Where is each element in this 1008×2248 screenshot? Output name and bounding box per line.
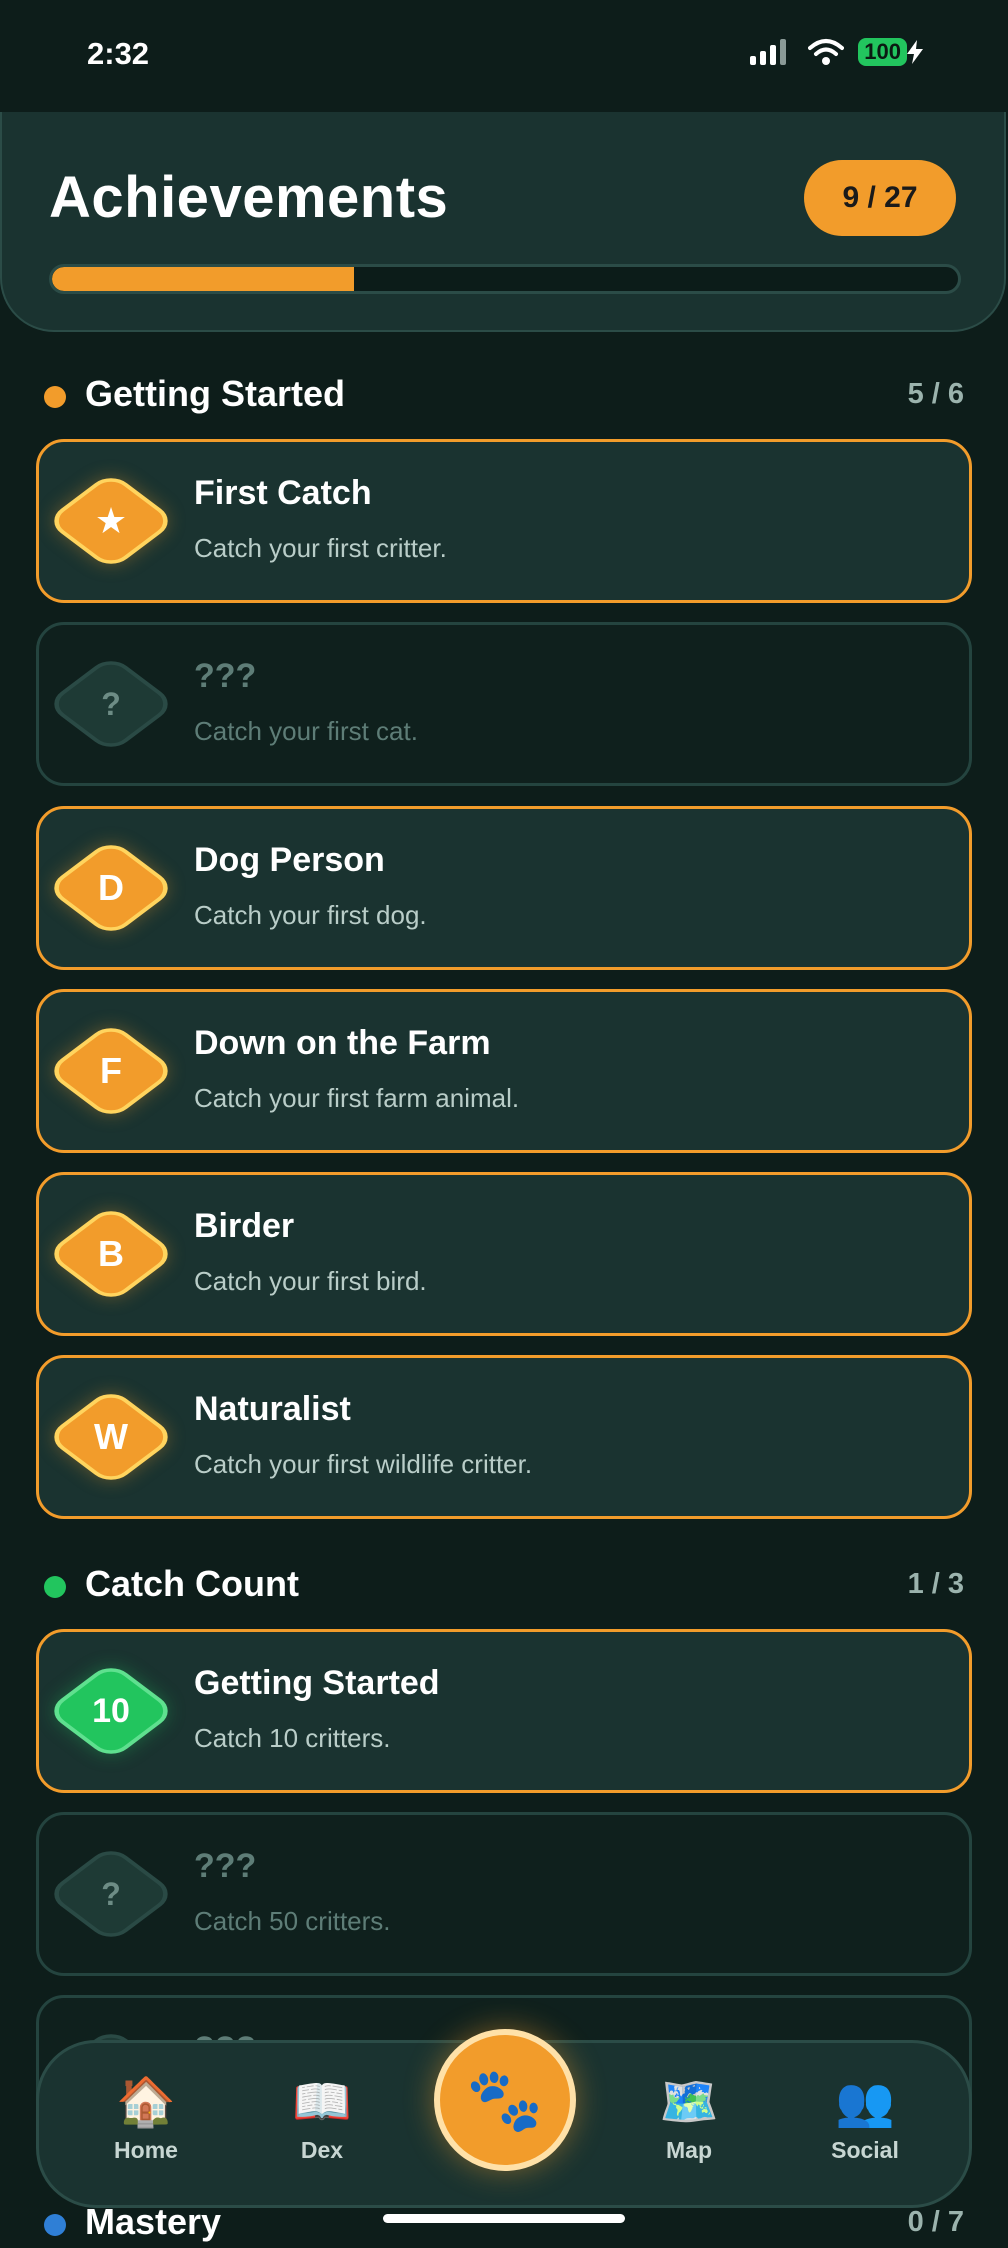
section-header-catch-count: Catch Count 1 / 3	[44, 1560, 964, 1610]
achievement-title: Getting Started	[194, 1664, 440, 1702]
achievement-badge-letter: B	[98, 1233, 124, 1274]
achievement-description: Catch 10 critters.	[194, 1723, 391, 1753]
section-dot	[44, 1576, 66, 1598]
nav-label: Map	[666, 2137, 712, 2163]
map-icon: 🗺️	[659, 2076, 719, 2129]
status-icons: 100	[750, 38, 923, 66]
achievement-badge-letter: W	[94, 1416, 128, 1457]
bottom-navigation: 🏠 Home 📖 Dex 🐾 🗺️ Map 👥 Social	[36, 2029, 972, 2208]
achievement-title: ???	[194, 657, 257, 695]
section-count: 1 / 3	[907, 1568, 964, 1600]
battery-indicator: 100	[858, 38, 923, 66]
section-dot	[44, 386, 66, 408]
section-title: Getting Started	[85, 373, 346, 414]
achievement-title: Dog Person	[194, 841, 385, 879]
progress-fill	[52, 267, 354, 291]
achievement-card[interactable]: B Birder Catch your first bird.	[36, 1172, 972, 1336]
charging-icon	[907, 40, 923, 64]
nav-social[interactable]: 👥 Social	[805, 2075, 925, 2164]
people-icon: 👥	[835, 2076, 895, 2129]
section-count: 5 / 6	[907, 378, 964, 410]
header-card: Achievements 9 / 27	[0, 112, 1006, 332]
achievement-title: ???	[194, 1847, 257, 1885]
question-mark-icon: ?	[101, 1875, 121, 1912]
status-time: 2:32	[87, 36, 150, 71]
achievement-title: First Catch	[194, 474, 372, 512]
star-icon: ★	[94, 500, 128, 541]
achievement-card-locked[interactable]: ? ??? Catch your first cat.	[36, 622, 972, 786]
achievement-card-locked[interactable]: ? ??? Catch 50 critters.	[36, 1812, 972, 1976]
achievement-card[interactable]: W Naturalist Catch your first wildlife c…	[36, 1355, 972, 1519]
book-icon: 📖	[292, 2076, 352, 2129]
nav-dex[interactable]: 📖 Dex	[262, 2075, 382, 2164]
achievement-description: Catch your first cat.	[194, 716, 418, 746]
achievement-count-badge: 9 / 27	[804, 160, 956, 236]
achievement-description: Catch 50 critters.	[194, 1906, 391, 1936]
signal-icon	[750, 39, 787, 65]
achievement-description: Catch your first bird.	[194, 1266, 427, 1296]
achievement-badge-letter: F	[100, 1050, 122, 1091]
achievement-card[interactable]: F Down on the Farm Catch your first farm…	[36, 989, 972, 1153]
house-icon: 🏠	[116, 2076, 176, 2129]
wifi-icon	[808, 39, 845, 65]
home-indicator	[383, 2214, 625, 2223]
section-dot	[44, 2214, 66, 2236]
achievement-badge-letter: D	[98, 867, 124, 908]
achievement-card[interactable]: ★ First Catch Catch your first critter.	[36, 439, 972, 603]
nav-label: Home	[114, 2137, 178, 2163]
paw-icon: 🐾	[466, 2065, 544, 2135]
achievement-title: Down on the Farm	[194, 1024, 491, 1062]
nav-map[interactable]: 🗺️ Map	[629, 2075, 749, 2164]
page-title: Achievements	[49, 165, 449, 230]
nav-label: Dex	[300, 2137, 344, 2163]
catch-button[interactable]: 🐾	[434, 2029, 576, 2171]
section-title: Catch Count	[85, 1563, 299, 1604]
nav-label: Social	[831, 2137, 899, 2163]
achievement-description: Catch your first critter.	[194, 533, 447, 563]
achievement-card[interactable]: 10 Getting Started Catch 10 critters.	[36, 1629, 972, 1793]
battery-level: 100	[858, 38, 907, 66]
achievement-progress-bar	[49, 264, 961, 294]
achievement-description: Catch your first farm animal.	[194, 1083, 520, 1113]
achievement-description: Catch your first dog.	[194, 900, 427, 930]
question-mark-icon: ?	[101, 685, 121, 722]
section-header-getting-started: Getting Started 5 / 6	[44, 370, 964, 420]
nav-home[interactable]: 🏠 Home	[86, 2075, 206, 2164]
achievement-badge-number: 10	[92, 1691, 130, 1730]
status-bar: 2:32 100	[0, 0, 1008, 112]
achievement-description: Catch your first wildlife critter.	[194, 1449, 533, 1479]
achievement-title: Birder	[194, 1207, 295, 1245]
achievement-title: Naturalist	[194, 1390, 351, 1428]
achievement-card[interactable]: D Dog Person Catch your first dog.	[36, 806, 972, 970]
section-count: 0 / 7	[907, 2206, 964, 2238]
